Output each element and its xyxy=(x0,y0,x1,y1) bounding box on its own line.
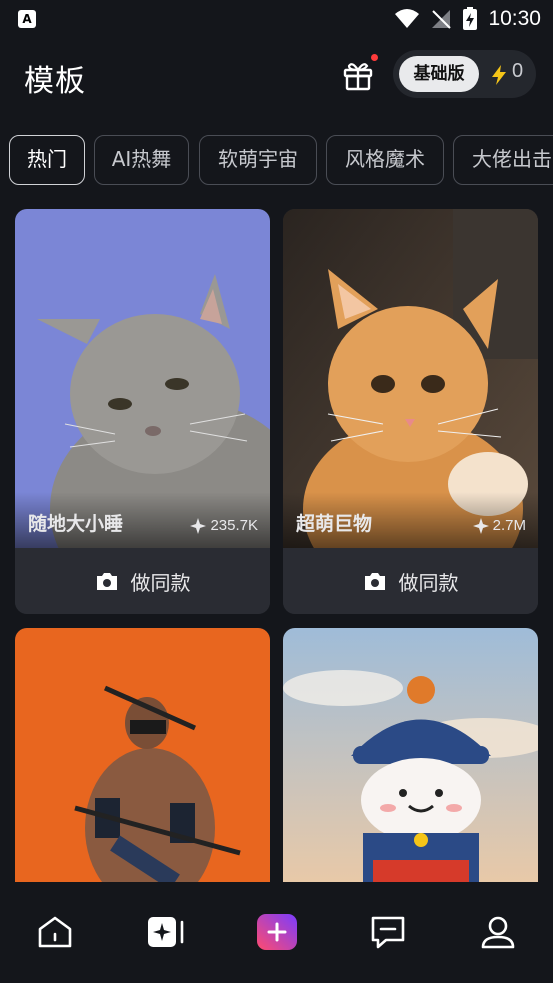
nav-create[interactable] xyxy=(256,912,297,952)
message-icon xyxy=(371,916,405,949)
bottom-navigation xyxy=(0,882,553,983)
category-tabs: 热门 AI热舞 软萌宇宙 风格魔术 大佬出击 xyxy=(9,135,553,187)
card-title: 超萌巨物 xyxy=(296,513,373,535)
battery-icon xyxy=(463,7,478,30)
make-same-label: 做同款 xyxy=(130,570,191,595)
plan-credits-pill[interactable]: 基础版 0 xyxy=(393,50,536,98)
no-signal-icon xyxy=(432,10,452,29)
card-count-value: 235.7K xyxy=(210,517,258,534)
card-usage-count: 235.7K xyxy=(190,517,258,534)
template-thumbnail xyxy=(283,628,538,882)
page-title: 模板 xyxy=(24,64,86,99)
tab-ai-dance[interactable]: AI热舞 xyxy=(94,135,189,185)
tab-cute-universe[interactable]: 软萌宇宙 xyxy=(199,135,317,185)
tab-hot[interactable]: 热门 xyxy=(9,135,85,185)
template-card[interactable]: 随地大小睡 235.7K 做同款 xyxy=(15,209,270,614)
tab-style-magic[interactable]: 风格魔术 xyxy=(326,135,444,185)
tab-boss-attack[interactable]: 大佬出击 xyxy=(453,135,553,185)
status-bar: A 10:30 xyxy=(0,0,553,38)
profile-icon xyxy=(481,916,515,949)
template-card[interactable] xyxy=(283,628,538,882)
create-plus-icon xyxy=(257,914,297,950)
template-card[interactable]: 超萌巨物 2.7M 做同款 xyxy=(283,209,538,614)
card-usage-count: 2.7M xyxy=(472,517,526,534)
home-icon xyxy=(38,916,72,948)
sparkle-video-icon xyxy=(148,917,184,947)
template-card[interactable] xyxy=(15,628,270,882)
plan-badge[interactable]: 基础版 xyxy=(399,56,479,92)
gift-icon xyxy=(343,63,373,91)
header: 模板 基础版 0 xyxy=(0,44,553,106)
make-same-label: 做同款 xyxy=(398,570,459,595)
template-thumbnail xyxy=(15,628,270,882)
make-same-button[interactable]: 做同款 xyxy=(283,548,538,614)
status-time: 10:30 xyxy=(488,7,541,30)
camera-icon xyxy=(364,573,385,590)
bolt-icon xyxy=(492,65,506,85)
nav-templates[interactable] xyxy=(146,912,186,952)
card-caption: 超萌巨物 2.7M xyxy=(283,492,538,548)
make-same-button[interactable]: 做同款 xyxy=(15,548,270,614)
credits-count: 0 xyxy=(512,60,524,82)
nav-messages[interactable] xyxy=(368,912,408,952)
card-title: 随地大小睡 xyxy=(28,513,124,535)
nav-home[interactable] xyxy=(35,912,75,952)
sparkle-icon xyxy=(190,517,207,534)
wifi-icon xyxy=(395,9,420,28)
nav-profile[interactable] xyxy=(478,912,518,952)
gift-button[interactable] xyxy=(340,54,378,94)
notification-dot xyxy=(371,54,378,61)
app-notification-icon: A xyxy=(18,10,36,28)
card-count-value: 2.7M xyxy=(492,517,526,534)
status-icons: 10:30 xyxy=(394,6,541,32)
card-caption: 随地大小睡 235.7K xyxy=(15,492,270,548)
camera-icon xyxy=(96,573,117,590)
sparkle-icon xyxy=(472,517,489,534)
